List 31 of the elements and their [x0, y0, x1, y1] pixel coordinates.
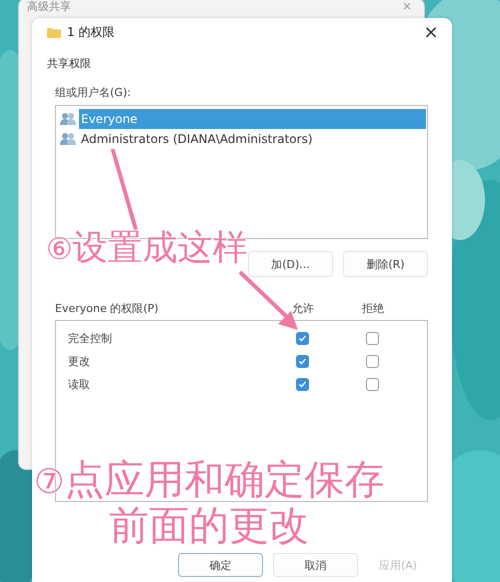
checkmark-icon	[298, 380, 306, 389]
folder-icon	[47, 26, 61, 38]
checkbox[interactable]	[296, 355, 308, 368]
section-title: 共享权限	[47, 56, 92, 71]
action-button[interactable]: 加(D)...	[248, 251, 333, 277]
action-button[interactable]: 删除(R)	[343, 251, 428, 277]
checkmark-icon	[298, 334, 306, 343]
annotation-text: 前面的更改	[109, 504, 310, 548]
annotation-text: ⑦点应用和确定保存	[34, 458, 384, 504]
column-header: 允许	[291, 301, 315, 316]
checkbox[interactable]	[366, 332, 378, 345]
checkmark-icon	[298, 357, 306, 366]
dialog-button[interactable]: 确定	[178, 553, 263, 577]
dialog-button[interactable]: 取消	[273, 553, 358, 577]
window-title: 高级共享	[27, 1, 71, 13]
checkbox[interactable]	[366, 378, 378, 391]
close-button[interactable]: ×	[418, 22, 444, 42]
list-item[interactable]: Administrators (DIANA\Administrators)	[79, 129, 315, 149]
permission-name: 读取	[68, 377, 91, 392]
checkbox[interactable]	[296, 378, 308, 391]
users-icon	[60, 132, 76, 146]
field-label: Everyone 的权限(P)	[55, 301, 160, 316]
checkbox[interactable]	[366, 355, 378, 368]
permission-name: 完全控制	[68, 331, 113, 346]
checkbox[interactable]	[296, 332, 308, 345]
users-icon	[60, 112, 76, 126]
permission-name: 更改	[68, 354, 91, 369]
window-title: 1 的权限	[67, 24, 116, 40]
column-header: 拒绝	[361, 301, 385, 316]
annotation-text: ⑥设置成这样	[46, 228, 248, 270]
field-label: 组或用户名(G):	[55, 85, 132, 100]
